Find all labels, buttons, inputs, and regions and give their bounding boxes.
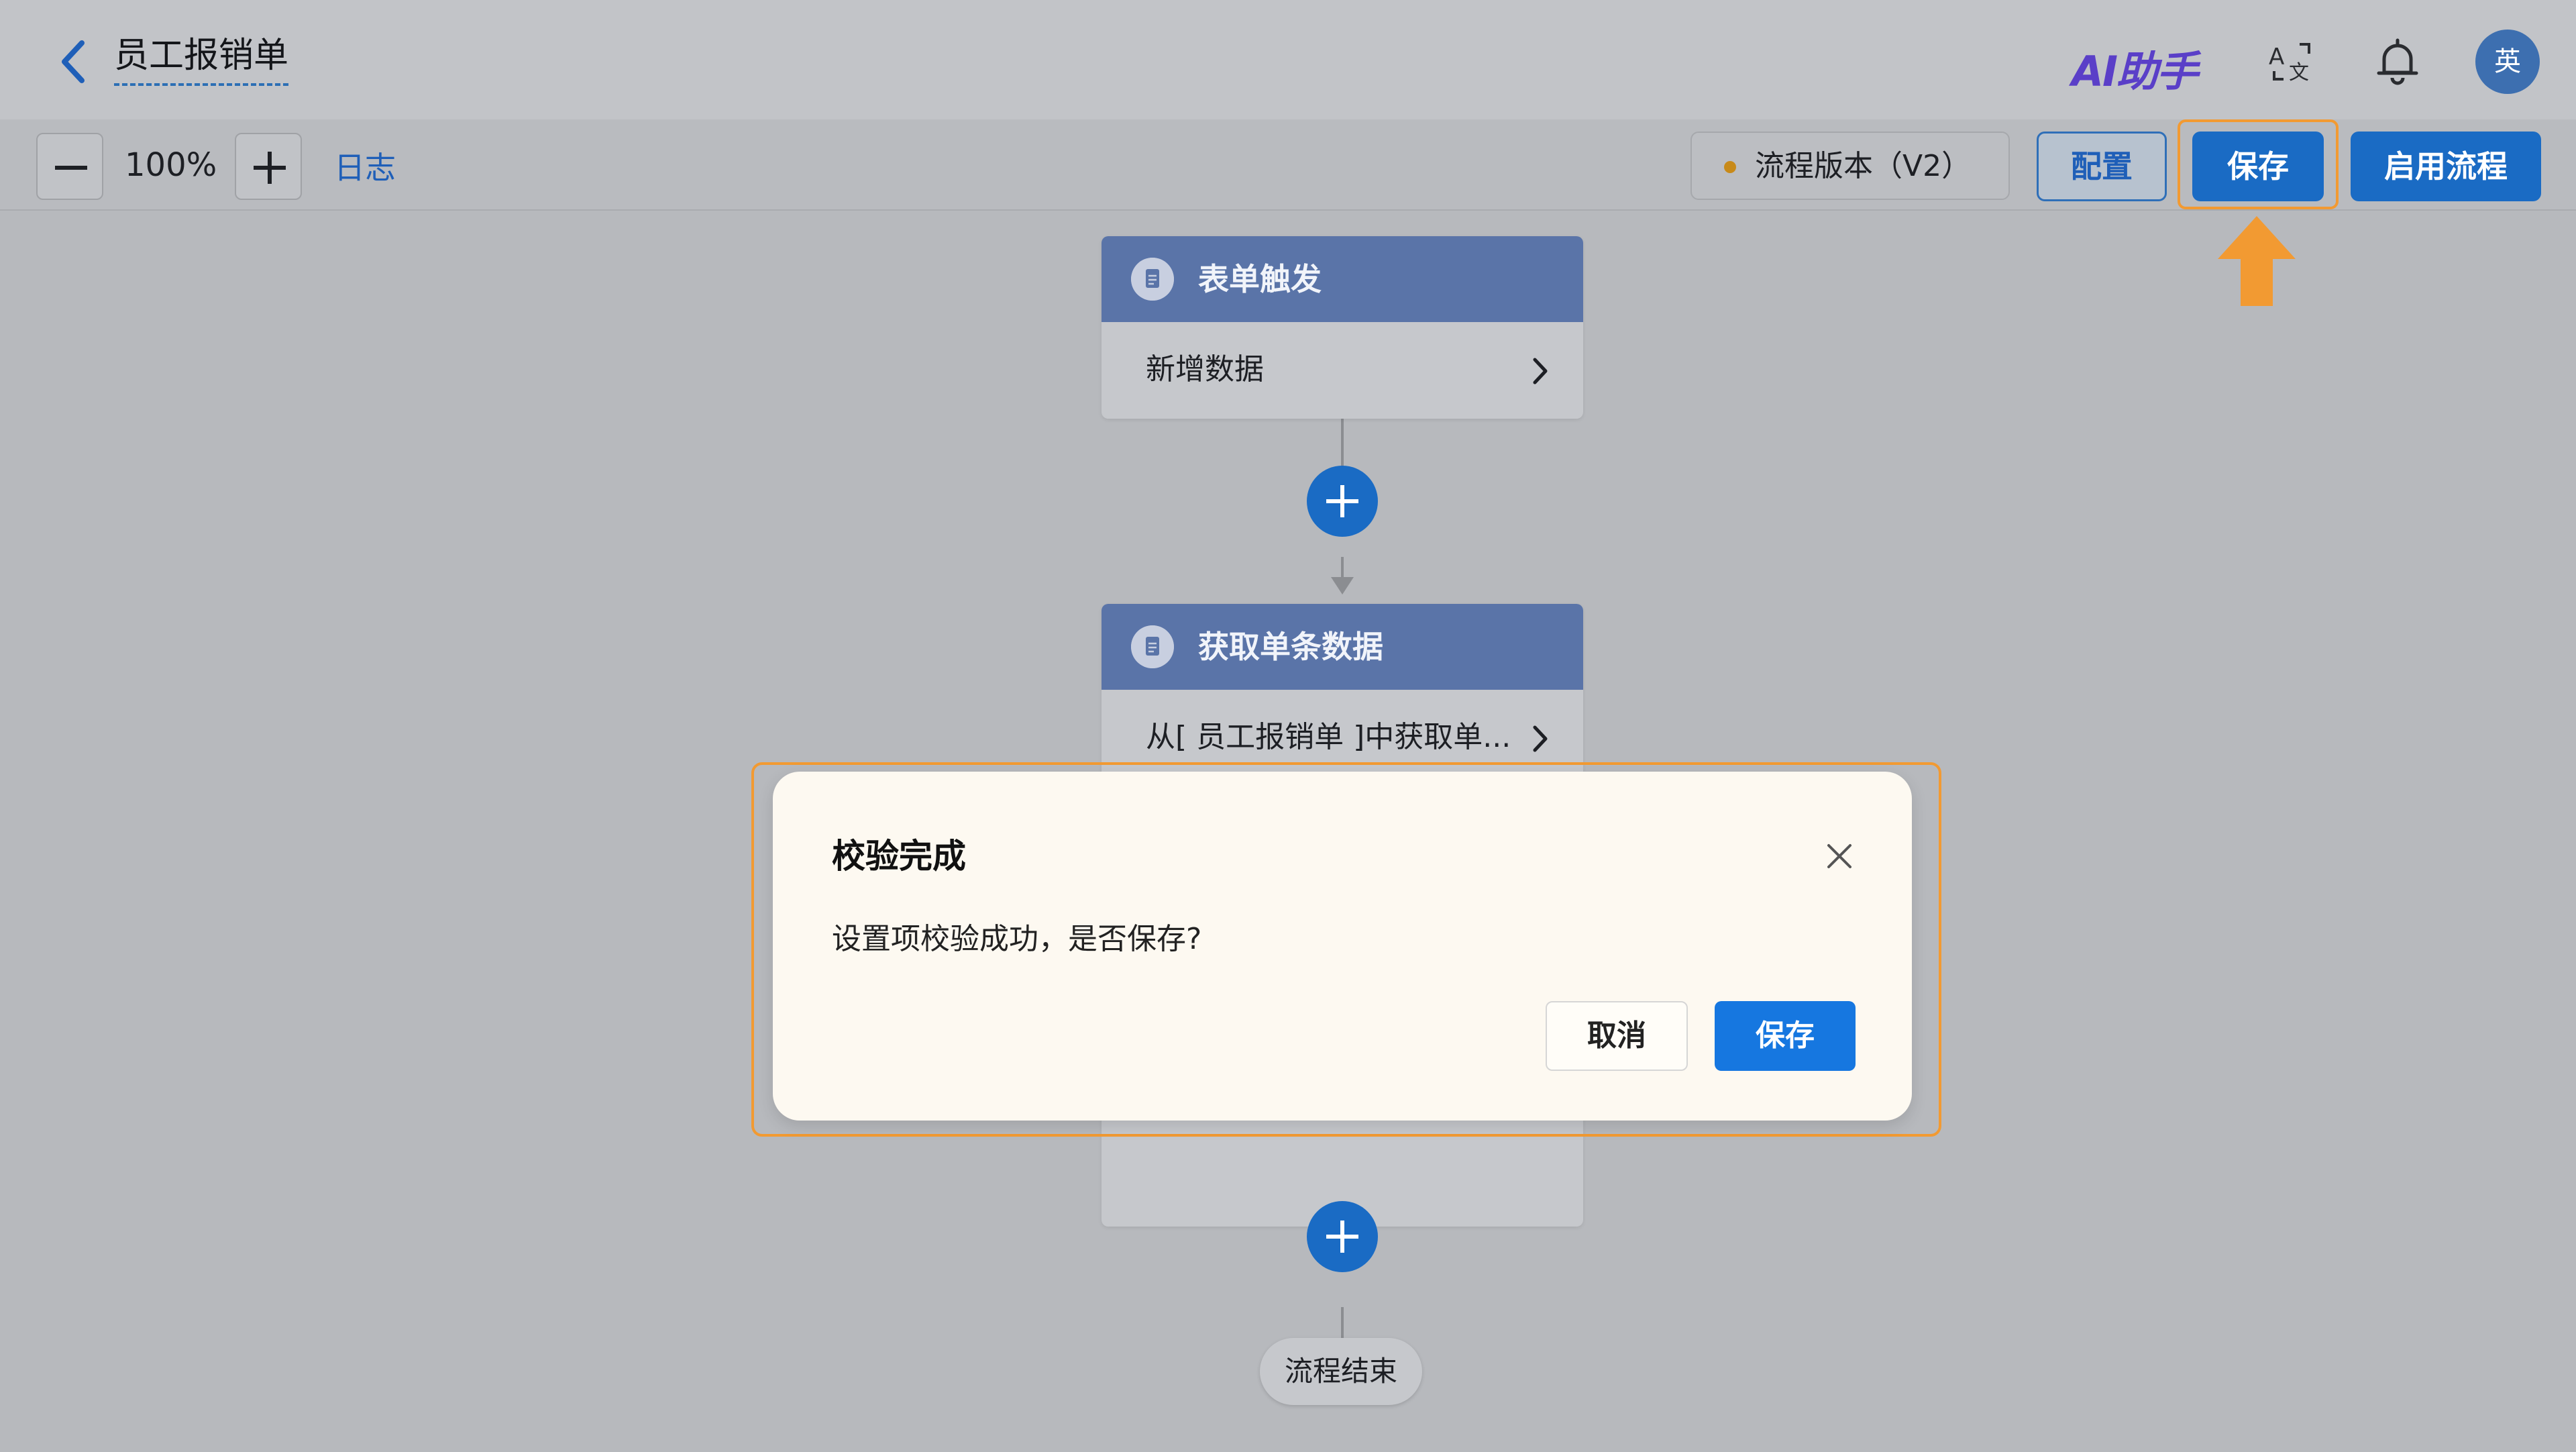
minus-icon xyxy=(55,166,87,170)
node-title: 获取单条数据 xyxy=(1198,629,1383,665)
plus-icon xyxy=(1326,1221,1358,1253)
flow-end-node[interactable]: 流程结束 xyxy=(1260,1338,1422,1405)
add-node-button[interactable] xyxy=(1307,466,1378,537)
enable-flow-button[interactable]: 启用流程 xyxy=(2351,132,2541,201)
document-icon xyxy=(1131,625,1174,668)
node-header: 表单触发 xyxy=(1102,236,1583,322)
chevron-right-icon xyxy=(1533,358,1548,384)
config-button[interactable]: 配置 xyxy=(2037,132,2167,201)
user-avatar[interactable]: 英 xyxy=(2475,30,2540,94)
log-link[interactable]: 日志 xyxy=(334,146,396,189)
version-selector[interactable]: 流程版本（V2） xyxy=(1690,132,2010,200)
version-label: 流程版本（V2） xyxy=(1755,149,1972,183)
chevron-right-icon xyxy=(1533,725,1548,752)
dialog-title: 校验完成 xyxy=(832,837,966,876)
node-header: 获取单条数据 xyxy=(1102,604,1583,690)
flow-node-form-trigger[interactable]: 表单触发 新增数据 xyxy=(1102,236,1583,419)
close-icon[interactable] xyxy=(1819,836,1860,876)
document-icon xyxy=(1131,258,1174,301)
app-header: 员工报销单 AI助手 A 文 英 xyxy=(0,0,2576,119)
pointer-arrow-icon xyxy=(2218,216,2296,306)
plus-icon xyxy=(254,152,286,184)
zoom-out-button[interactable] xyxy=(36,133,103,200)
save-button[interactable]: 保存 xyxy=(2192,132,2324,201)
dialog-message: 设置项校验成功，是否保存? xyxy=(832,922,1202,956)
plus-icon xyxy=(1326,485,1358,517)
bell-icon[interactable] xyxy=(2371,35,2424,89)
zoom-level: 100% xyxy=(125,146,217,184)
node-body[interactable]: 新增数据 xyxy=(1102,322,1583,419)
ai-assistant-button[interactable]: AI助手 xyxy=(2072,38,2198,98)
connector-line xyxy=(1341,1307,1344,1339)
cancel-button[interactable]: 取消 xyxy=(1546,1001,1688,1071)
connector-arrowhead xyxy=(1331,577,1354,594)
page-title[interactable]: 员工报销单 xyxy=(114,32,289,86)
dialog-save-button[interactable]: 保存 xyxy=(1715,1001,1856,1071)
node-title: 表单触发 xyxy=(1198,261,1322,297)
node-description: 从[ 员工报销单 ]中获取单... xyxy=(1146,720,1511,754)
node-description: 新增数据 xyxy=(1146,352,1264,386)
zoom-in-button[interactable] xyxy=(235,133,302,200)
translate-icon[interactable]: A 文 xyxy=(2265,35,2318,89)
add-node-button[interactable] xyxy=(1307,1201,1378,1272)
svg-text:A: A xyxy=(2269,44,2284,70)
back-arrow-icon[interactable] xyxy=(54,35,94,89)
version-status-dot xyxy=(1724,161,1736,173)
validation-dialog: 校验完成 设置项校验成功，是否保存? 取消 保存 xyxy=(773,772,1912,1121)
svg-text:文: 文 xyxy=(2289,61,2309,85)
